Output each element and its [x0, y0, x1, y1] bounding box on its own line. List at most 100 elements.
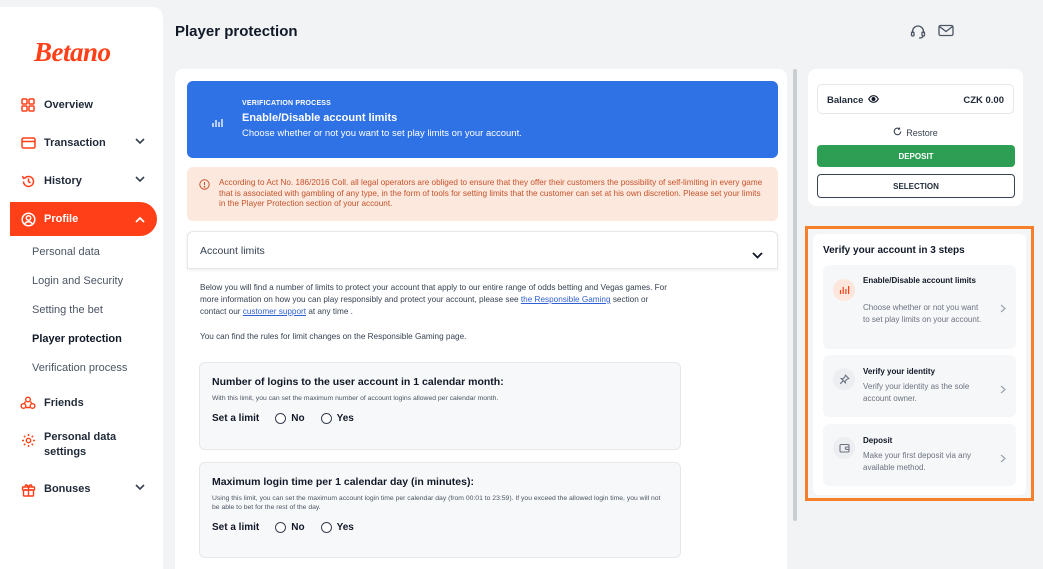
step-description: Choose whether or not you want to set pl…	[863, 303, 982, 324]
pin-icon	[833, 368, 855, 390]
sidebar-item-label: History	[44, 175, 82, 187]
radio-label: Yes	[336, 522, 354, 533]
accordion-title: Account limits	[200, 245, 265, 257]
headset-icon[interactable]	[910, 24, 926, 44]
banner-kicker: VERIFICATION PROCESS	[242, 100, 332, 107]
main-panel: VERIFICATION PROCESS Enable/Disable acco…	[175, 69, 787, 569]
sidebar-subitem-verification[interactable]: Verification process	[32, 362, 127, 374]
bar-chart-icon	[211, 115, 223, 133]
restore-button[interactable]: Restore	[808, 127, 1023, 138]
sidebar: Betano Overview Transaction History Prof…	[0, 7, 163, 569]
sidebar-subitem-personal-data[interactable]: Personal data	[32, 246, 100, 258]
sidebar-item-label: Transaction	[44, 137, 106, 149]
sidebar-item-label: Friends	[44, 397, 84, 409]
sidebar-subitem-setting-bet[interactable]: Setting the bet	[32, 304, 103, 316]
customer-support-link[interactable]: customer support	[243, 307, 306, 316]
sidebar-subitem-login-security[interactable]: Login and Security	[32, 275, 123, 287]
intro-text: Below you will find a number of limits t…	[200, 282, 675, 318]
sidebar-item-label: Overview	[44, 99, 93, 111]
radio-label: Yes	[336, 413, 354, 424]
verify-step-limits[interactable]: Enable/Disable account limits Choose whe…	[823, 265, 1016, 349]
limit-description: With this limit, you can set the maximum…	[212, 395, 499, 402]
banner-title: Enable/Disable account limits	[242, 112, 398, 124]
limit-card-login-time: Maximum login time per 1 calendar day (i…	[199, 462, 681, 558]
sidebar-item-history[interactable]: History	[10, 165, 157, 197]
radio-circle[interactable]	[320, 522, 332, 533]
sidebar-item-transaction[interactable]: Transaction	[10, 127, 157, 159]
chevron-down-icon[interactable]	[752, 246, 763, 264]
sidebar-item-bonuses[interactable]: Bonuses	[10, 473, 157, 505]
main-scrollbar[interactable]	[793, 69, 797, 521]
radio-yes[interactable]: Yes	[320, 522, 354, 533]
chevron-right-icon	[1000, 450, 1006, 468]
grid-icon	[20, 97, 36, 113]
verify-account-card: Verify your account in 3 steps Enable/Di…	[805, 226, 1034, 501]
betano-logo[interactable]: Betano	[34, 37, 111, 68]
info-icon	[199, 179, 210, 194]
set-limit-label: Set a limit	[212, 522, 260, 533]
step-description: Verify your identity as the sole account…	[863, 382, 970, 403]
rules-text: You can find the rules for limit changes…	[200, 332, 467, 341]
selection-button[interactable]: SELECTION	[817, 174, 1015, 198]
balance-label-text: Balance	[827, 95, 864, 106]
mail-icon[interactable]	[938, 24, 954, 44]
radio-yes[interactable]: Yes	[320, 413, 354, 424]
sidebar-item-personal-settings[interactable]: Personal data settings	[10, 430, 157, 464]
page-title: Player protection	[175, 23, 298, 40]
eye-icon[interactable]	[868, 95, 880, 106]
radio-circle[interactable]	[275, 413, 287, 424]
gear-icon	[20, 432, 36, 448]
history-icon	[20, 173, 36, 189]
legal-warning: According to Act No. 186/2016 Coll. all …	[187, 167, 778, 221]
step-title: Verify your identity	[863, 367, 936, 376]
radio-circle[interactable]	[275, 522, 287, 533]
balance-card: Balance CZK 0.00 Restore DEPOSIT SELECTI…	[808, 69, 1023, 206]
chevron-up-icon	[135, 214, 145, 226]
restore-label: Restore	[906, 127, 938, 138]
wallet-icon	[833, 437, 855, 459]
card-icon	[20, 135, 36, 151]
user-icon	[20, 211, 36, 227]
sidebar-item-label: Personal data settings	[44, 431, 117, 458]
sidebar-subitem-player-protection[interactable]: Player protection	[32, 333, 122, 345]
step-title: Deposit	[863, 436, 893, 445]
verify-step-deposit[interactable]: Deposit Make your first deposit via any …	[823, 424, 1016, 486]
radio-no[interactable]: No	[275, 522, 305, 533]
sidebar-item-profile[interactable]: Profile	[10, 202, 157, 236]
header-icons	[910, 24, 954, 44]
step-description: Make your first deposit via any availabl…	[863, 451, 972, 472]
sidebar-item-friends[interactable]: Friends	[10, 387, 157, 419]
set-limit-label: Set a limit	[212, 413, 260, 424]
limit-card-logins: Number of logins to the user account in …	[199, 362, 681, 450]
account-limits-accordion[interactable]: Account limits	[187, 231, 778, 269]
limit-description: Using this limit, you can set the maximu…	[212, 495, 661, 511]
refresh-icon	[893, 127, 902, 138]
sidebar-item-label: Bonuses	[44, 483, 91, 495]
verification-banner: VERIFICATION PROCESS Enable/Disable acco…	[187, 81, 778, 158]
step-title: Enable/Disable account limits	[863, 276, 976, 285]
chevron-down-icon	[135, 482, 145, 494]
chevron-right-icon	[1000, 300, 1006, 318]
verify-title: Verify your account in 3 steps	[823, 245, 965, 256]
bar-chart-icon	[833, 279, 855, 301]
limit-title: Maximum login time per 1 calendar day (i…	[212, 476, 474, 488]
chevron-down-icon	[135, 174, 145, 186]
sidebar-item-overview[interactable]: Overview	[10, 89, 157, 121]
limit-options: Set a limit No Yes	[212, 522, 354, 533]
responsible-gaming-link[interactable]: the Responsible Gaming	[521, 295, 611, 304]
warning-text: According to Act No. 186/2016 Coll. all …	[219, 178, 763, 208]
balance-label: Balance	[827, 95, 880, 106]
verify-step-identity[interactable]: Verify your identity Verify your identit…	[823, 355, 1016, 417]
limit-options: Set a limit No Yes	[212, 413, 354, 424]
limit-title: Number of logins to the user account in …	[212, 376, 504, 388]
chevron-right-icon	[1000, 381, 1006, 399]
deposit-button[interactable]: DEPOSIT	[817, 145, 1015, 167]
intro-part: at any time .	[306, 307, 353, 316]
radio-label: No	[291, 413, 305, 424]
chevron-down-icon	[135, 136, 145, 148]
radio-no[interactable]: No	[275, 413, 305, 424]
verify-inner: Verify your account in 3 steps Enable/Di…	[813, 234, 1026, 495]
balance-box: Balance CZK 0.00	[817, 84, 1014, 114]
radio-circle[interactable]	[320, 413, 332, 424]
friends-icon	[20, 395, 36, 411]
